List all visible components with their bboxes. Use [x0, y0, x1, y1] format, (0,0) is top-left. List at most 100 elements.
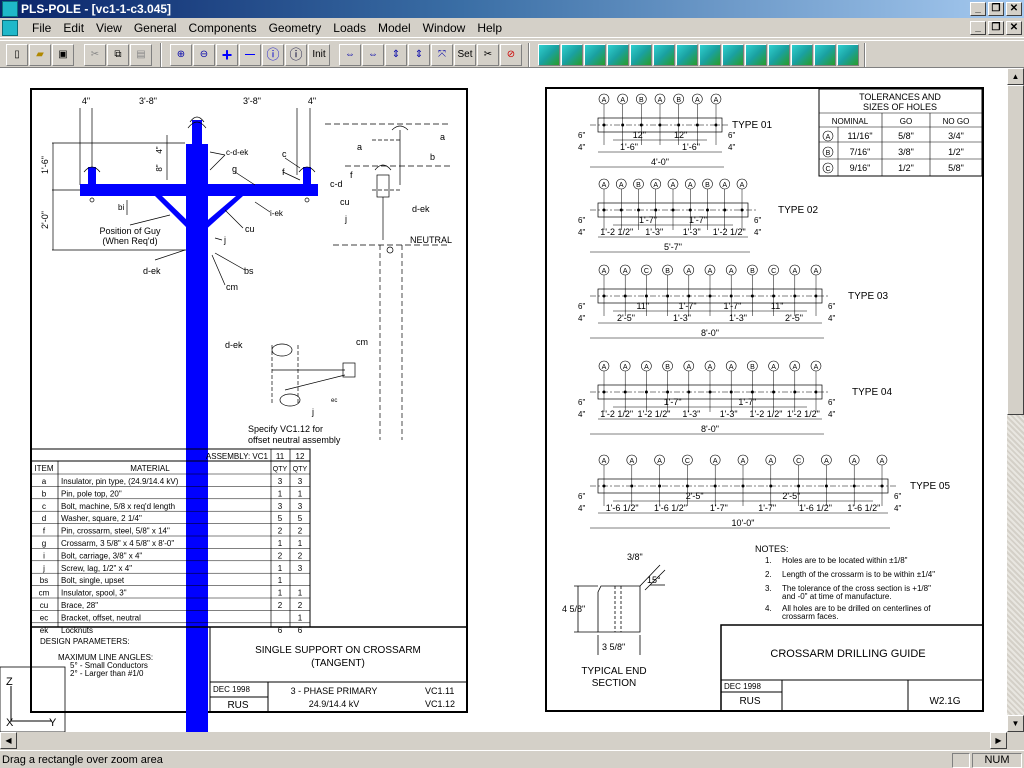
hole-dot: [772, 294, 776, 298]
crossarm-type-3: TYPE 03 A A C B A A A B C A A 6" 4" 6" 4" 11" 1'-7" 1'-7" 1…: [578, 264, 888, 339]
doc-minimize-button[interactable]: _: [970, 21, 986, 35]
label-c: c: [282, 149, 287, 159]
menu-file[interactable]: File: [26, 21, 57, 35]
rotate-z-icon[interactable]: ⇕: [385, 44, 407, 66]
model-view-12-icon[interactable]: [791, 44, 813, 66]
hole-label: A: [722, 182, 727, 189]
right-title: CROSSARM DRILLING GUIDE: [770, 648, 925, 660]
horizontal-scrollbar[interactable]: ◀ ▶: [0, 732, 1007, 749]
design-params-heading: DESIGN PARAMETERS:: [40, 637, 130, 646]
dim-text-top: 1'-7": [679, 301, 697, 311]
menu-window[interactable]: Window: [417, 21, 472, 35]
no-cut-icon[interactable]: ⊘: [500, 44, 522, 66]
scroll-right-button[interactable]: ▶: [990, 732, 1007, 749]
model-view-11-icon[interactable]: [768, 44, 790, 66]
new-icon[interactable]: ▯: [6, 44, 28, 66]
note-text: Length of the crossarm is to be within ±…: [782, 570, 935, 579]
model-view-5-icon[interactable]: [630, 44, 652, 66]
model-view-2-icon[interactable]: [561, 44, 583, 66]
hole-dot: [621, 123, 625, 127]
menu-geometry[interactable]: Geometry: [263, 21, 328, 35]
model-view-3-icon[interactable]: [584, 44, 606, 66]
model-view-4-icon[interactable]: [607, 44, 629, 66]
hole-label: A: [729, 364, 734, 371]
open-icon[interactable]: ▰: [29, 44, 51, 66]
model-view-6-icon[interactable]: [653, 44, 675, 66]
paste-icon[interactable]: ▤: [130, 44, 152, 66]
hole-dot: [687, 294, 691, 298]
document-icon[interactable]: [2, 20, 18, 36]
model-view-9-icon[interactable]: [722, 44, 744, 66]
tol-nogo: 3/4": [948, 131, 964, 141]
menu-model[interactable]: Model: [372, 21, 417, 35]
axes-icon[interactable]: ⤧: [431, 44, 453, 66]
save-icon[interactable]: ▣: [52, 44, 74, 66]
menu-bar: File Edit View General Components Geomet…: [0, 18, 1024, 38]
dim-text-mid: 1'-7": [710, 503, 728, 513]
scroll-up-button[interactable]: ▲: [1007, 68, 1024, 85]
hole-label: C: [685, 458, 690, 465]
plus-icon[interactable]: +: [216, 44, 238, 66]
minus-icon[interactable]: —: [239, 44, 261, 66]
top-pin: [192, 120, 202, 146]
dim-text-mid: 1'-6": [682, 142, 700, 152]
info-icon[interactable]: ⓘ: [262, 44, 284, 66]
dim-text-top: 1'-7": [639, 215, 657, 225]
label-j-side: j: [344, 214, 347, 224]
set-button[interactable]: Set: [454, 44, 476, 66]
info-off-icon[interactable]: ⓘ: [285, 44, 307, 66]
model-view-1-icon[interactable]: [538, 44, 560, 66]
menu-loads[interactable]: Loads: [327, 21, 372, 35]
scroll-down-button[interactable]: ▼: [1007, 715, 1024, 732]
zoom-in-icon[interactable]: ⊕: [170, 44, 192, 66]
pole[interactable]: [186, 144, 208, 732]
dim-3ft8-left: 3'-8": [139, 96, 157, 106]
drawing-svg[interactable]: 4" 3'-8" 3'-8" 4" 1'-6" 2'-0" 4" 8" c-d-…: [0, 68, 1007, 733]
init-button[interactable]: Init: [308, 44, 330, 66]
model-view-8-icon[interactable]: [699, 44, 721, 66]
menu-components[interactable]: Components: [183, 21, 263, 35]
hole-label: A: [792, 268, 797, 275]
dim-text-mid: 1'-6": [620, 142, 638, 152]
menu-general[interactable]: General: [128, 21, 183, 35]
drawing-canvas[interactable]: 4" 3'-8" 3'-8" 4" 1'-6" 2'-0" 4" 8" c-d-…: [0, 68, 1007, 733]
label-d-ek-detail: d-ek: [225, 340, 243, 350]
vertical-scroll-thumb[interactable]: [1007, 85, 1024, 415]
scroll-left-button[interactable]: ◀: [0, 732, 17, 749]
cut-icon[interactable]: ✂: [84, 44, 106, 66]
minimize-button[interactable]: _: [970, 2, 986, 16]
doc-close-button[interactable]: ✕: [1006, 21, 1022, 35]
rotate-w-icon[interactable]: ⇕: [408, 44, 430, 66]
note-number: 3.: [765, 584, 772, 593]
hole-dot: [741, 484, 745, 488]
bom-qty-12: 3: [298, 502, 303, 511]
rotate-y-icon[interactable]: ⇔: [362, 44, 384, 66]
vertical-scrollbar[interactable]: ▲ ▼: [1007, 68, 1024, 732]
restore-button[interactable]: ❐: [988, 2, 1004, 16]
menu-help[interactable]: Help: [471, 21, 508, 35]
close-button[interactable]: ✕: [1006, 2, 1022, 16]
crossarm[interactable]: [80, 184, 318, 196]
doc-restore-button[interactable]: ❐: [988, 21, 1004, 35]
copy-icon[interactable]: ⧉: [107, 44, 129, 66]
label-j-detail: j: [311, 407, 314, 417]
hole-label: A: [686, 364, 691, 371]
model-view-7-icon[interactable]: [676, 44, 698, 66]
model-view-10-icon[interactable]: [745, 44, 767, 66]
edge-6in: 6": [578, 398, 585, 407]
label-c-d-ek: c-d-ek: [226, 148, 249, 157]
model-view-13-icon[interactable]: [814, 44, 836, 66]
rotate-x-icon[interactable]: ⇔: [339, 44, 361, 66]
tol-nogo: 1/2": [948, 147, 964, 157]
zoom-out-icon[interactable]: ⊖: [193, 44, 215, 66]
left-pin: [88, 167, 96, 185]
menu-edit[interactable]: Edit: [57, 21, 90, 35]
hole-dot: [677, 123, 681, 127]
hole-label: A: [623, 364, 628, 371]
bom-material: Insulator, pin type, (24.9/14.4 kV): [61, 477, 179, 486]
menu-view[interactable]: View: [90, 21, 128, 35]
dim-text-mid: 1'-2 1/2": [600, 409, 633, 419]
model-view-14-icon[interactable]: [837, 44, 859, 66]
left-title-line1: SINGLE SUPPORT ON CROSSARM: [255, 645, 421, 656]
scissors-icon[interactable]: ✂: [477, 44, 499, 66]
